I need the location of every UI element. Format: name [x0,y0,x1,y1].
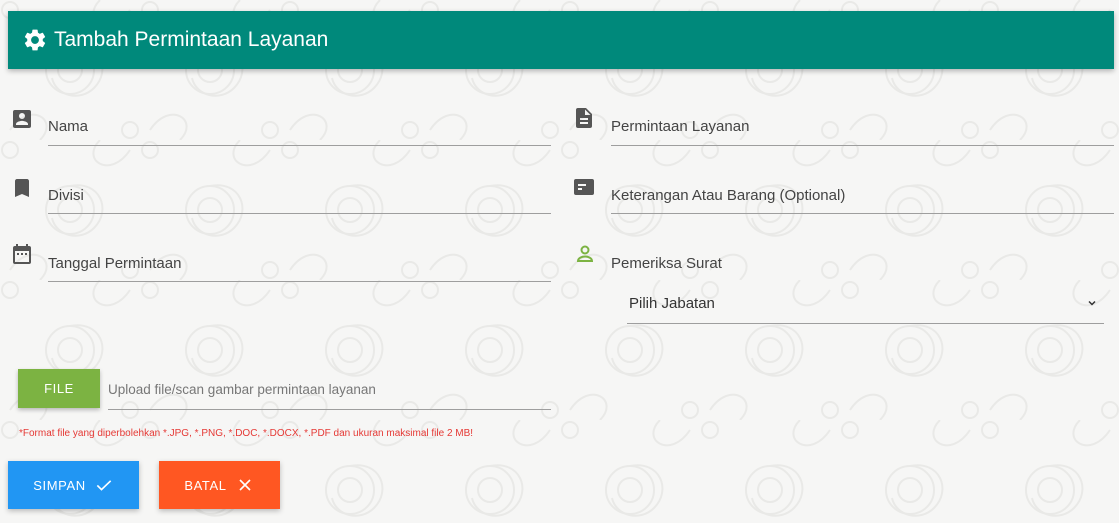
pemeriksa-field: Pemeriksa Surat [560,238,1119,278]
file-path-placeholder: Upload file/scan gambar permintaan layan… [108,382,376,397]
nama-field[interactable]: Nama [0,100,560,150]
close-icon [239,479,251,491]
file-format-note: *Format file yang diperbolehkan *.JPG, *… [19,428,474,439]
divisi-underline [48,213,551,214]
permintaan-underline [611,145,1114,146]
document-icon [572,106,596,130]
cancel-button[interactable]: BATAL [159,461,280,509]
check-icon [96,480,111,491]
contact-card-icon [10,107,34,131]
gear-icon [24,29,46,51]
tanggal-field[interactable]: Tanggal Permintaan [0,238,560,288]
divisi-field[interactable]: Divisi [0,170,560,220]
keterangan-field[interactable]: Keterangan Atau Barang (Optional) [560,170,1119,220]
save-button[interactable]: SIMPAN [8,461,139,509]
nama-label: Nama [48,118,89,135]
keterangan-label: Keterangan Atau Barang (Optional) [611,187,846,204]
divisi-label: Divisi [48,187,84,204]
permintaan-label: Permintaan Layanan [611,118,750,135]
jabatan-select[interactable]: Pilih Jabatan [627,283,1104,324]
file-upload-button[interactable]: FILE [18,369,100,408]
calendar-icon [10,242,34,266]
tanggal-underline [48,281,551,282]
card-icon [572,175,596,199]
keterangan-underline [611,213,1114,214]
chevron-down-icon [1088,300,1096,306]
bookmark-icon [10,176,34,200]
tanggal-label: Tanggal Permintaan [48,255,182,272]
permintaan-field[interactable]: Permintaan Layanan [560,100,1119,150]
save-button-label: SIMPAN [33,477,86,493]
cancel-button-label: BATAL [184,477,227,493]
page-title: Tambah Permintaan Layanan [54,28,329,51]
file-path-input[interactable]: Upload file/scan gambar permintaan layan… [108,370,551,410]
nama-underline [48,145,551,146]
person-icon [573,242,597,266]
jabatan-select-value: Pilih Jabatan [629,294,715,312]
pemeriksa-label: Pemeriksa Surat [611,255,722,272]
page-header: Tambah Permintaan Layanan [8,11,1114,69]
